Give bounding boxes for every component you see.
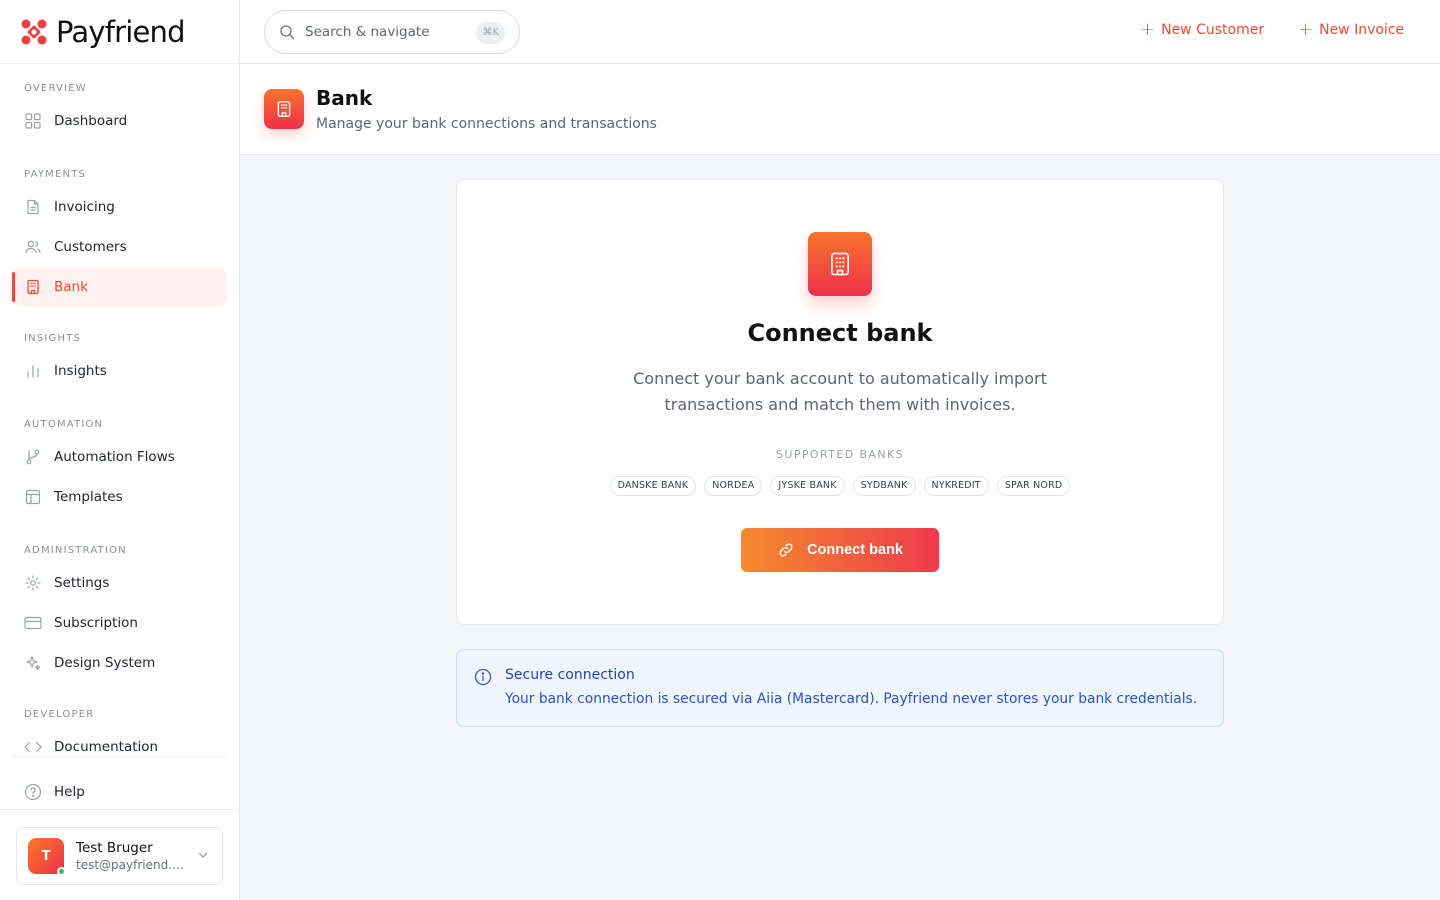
section-payments: PAYMENTS [24,169,87,180]
gear-icon [24,574,42,592]
help-area: Help [12,773,227,811]
section-developer: DEVELOPER [24,709,95,720]
user-info: Test Bruger test@payfriend.t... [76,840,188,872]
new-customer-label: New Customer [1161,22,1265,38]
connect-bank-card: Connect bank Connect your bank account t… [456,179,1224,625]
layout-icon [24,488,42,506]
bank-icon [24,278,42,296]
keyboard-shortcut-badge: ⌘K [476,22,505,44]
online-status-dot [57,867,66,876]
sidebar-item-dashboard[interactable]: Dashboard [12,102,227,140]
connect-bank-button[interactable]: Connect bank [741,528,939,572]
sidebar-divider [12,756,227,757]
user-name: Test Bruger [76,840,153,856]
search-placeholder: Search & navigate [305,24,430,40]
sidebar-item-label: Dashboard [54,113,128,129]
secure-connection-notice: Secure connection Your bank connection i… [456,649,1224,727]
credit-card-icon [24,614,42,632]
connect-bank-button-label: Connect bank [807,542,903,558]
connect-bank-title: Connect bank [747,319,933,347]
section-insights: INSIGHTS [24,333,82,344]
sidebar-item-label: Invoicing [54,199,115,215]
sidebar-item-label: Documentation [54,739,159,755]
code-icon [24,738,42,756]
document-icon [24,198,42,216]
supported-banks-list: DANSKE BANK NORDEA JYSKE BANK SYDBANK NY… [457,476,1223,496]
bank-chip: SYDBANK [852,476,916,496]
sidebar: Payfriend OVERVIEW Dashboard PAYMENTS In… [0,0,240,900]
user-email: test@payfriend.t... [76,858,188,872]
topbar: Search & navigate ⌘K + New Customer + Ne… [240,0,1440,64]
page-header: Bank Manage your bank connections and tr… [240,64,1440,155]
section-automation: AUTOMATION [24,419,104,430]
sidebar-item-insights[interactable]: Insights [12,352,227,390]
sidebar-item-label: Subscription [54,615,138,631]
link-icon [779,543,793,557]
sidebar-item-label: Automation Flows [54,449,175,465]
new-invoice-label: New Invoice [1319,22,1405,38]
user-area: T Test Bruger test@payfriend.t... [0,809,239,900]
sidebar-item-bank[interactable]: Bank [12,268,227,306]
sidebar-item-label: Help [54,784,85,800]
sidebar-item-settings[interactable]: Settings [12,564,227,602]
connect-bank-description: Connect your bank account to automatical… [633,369,1047,414]
bar-chart-icon [24,362,42,380]
info-icon [474,668,492,686]
sidebar-item-subscription[interactable]: Subscription [12,604,227,642]
search-input[interactable]: Search & navigate ⌘K [264,10,520,54]
git-branch-icon [24,448,42,466]
brand-logo[interactable]: Payfriend [0,0,239,64]
supported-banks-label: SUPPORTED BANKS [776,448,904,461]
search-icon [280,25,295,40]
avatar-initial: T [41,848,51,864]
bank-icon [264,89,304,129]
sidebar-item-label: Settings [54,575,110,591]
users-icon [24,238,42,256]
sidebar-item-invoicing[interactable]: Invoicing [12,188,227,226]
bank-chip: NORDEA [704,476,763,496]
sidebar-item-label: Design System [54,655,156,671]
sidebar-item-label: Customers [54,239,127,255]
chevron-down-icon [198,852,208,858]
sidebar-item-label: Insights [54,363,107,379]
sidebar-item-help[interactable]: Help [12,773,227,811]
new-customer-button[interactable]: + New Customer [1140,20,1264,40]
bank-chip: NYKREDIT [923,476,989,496]
plus-icon: + [1298,19,1314,40]
sidebar-nav: OVERVIEW Dashboard PAYMENTS Invoicing Cu… [0,64,239,766]
notice-text: Your bank connection is secured via Aiia… [505,691,1198,707]
user-menu[interactable]: T Test Bruger test@payfriend.t... [16,827,223,885]
sidebar-item-templates[interactable]: Templates [12,478,227,516]
help-circle-icon [24,783,42,801]
bank-chip: SPAR NORD [996,476,1071,496]
section-administration: ADMINISTRATION [24,545,127,556]
new-invoice-button[interactable]: + New Invoice [1298,20,1404,40]
grid-icon [24,112,42,130]
page-subtitle: Manage your bank connections and transac… [316,116,657,132]
sidebar-item-label: Bank [54,279,88,295]
page-title: Bank [316,86,373,110]
sparkles-icon [24,654,42,672]
sidebar-item-label: Templates [54,489,123,505]
sidebar-item-design-system[interactable]: Design System [12,644,227,682]
bank-icon [808,232,872,296]
bank-chip: DANSKE BANK [609,476,697,496]
payfriend-logo-icon [21,19,47,44]
sidebar-item-customers[interactable]: Customers [12,228,227,266]
plus-icon: + [1140,19,1156,40]
notice-title: Secure connection [505,667,635,683]
sidebar-item-automation-flows[interactable]: Automation Flows [12,438,227,476]
bank-chip: JYSKE BANK [770,476,845,496]
sidebar-item-documentation[interactable]: Documentation [12,728,227,766]
avatar: T [28,838,66,876]
section-overview: OVERVIEW [24,83,87,94]
brand-name: Payfriend [56,14,186,49]
